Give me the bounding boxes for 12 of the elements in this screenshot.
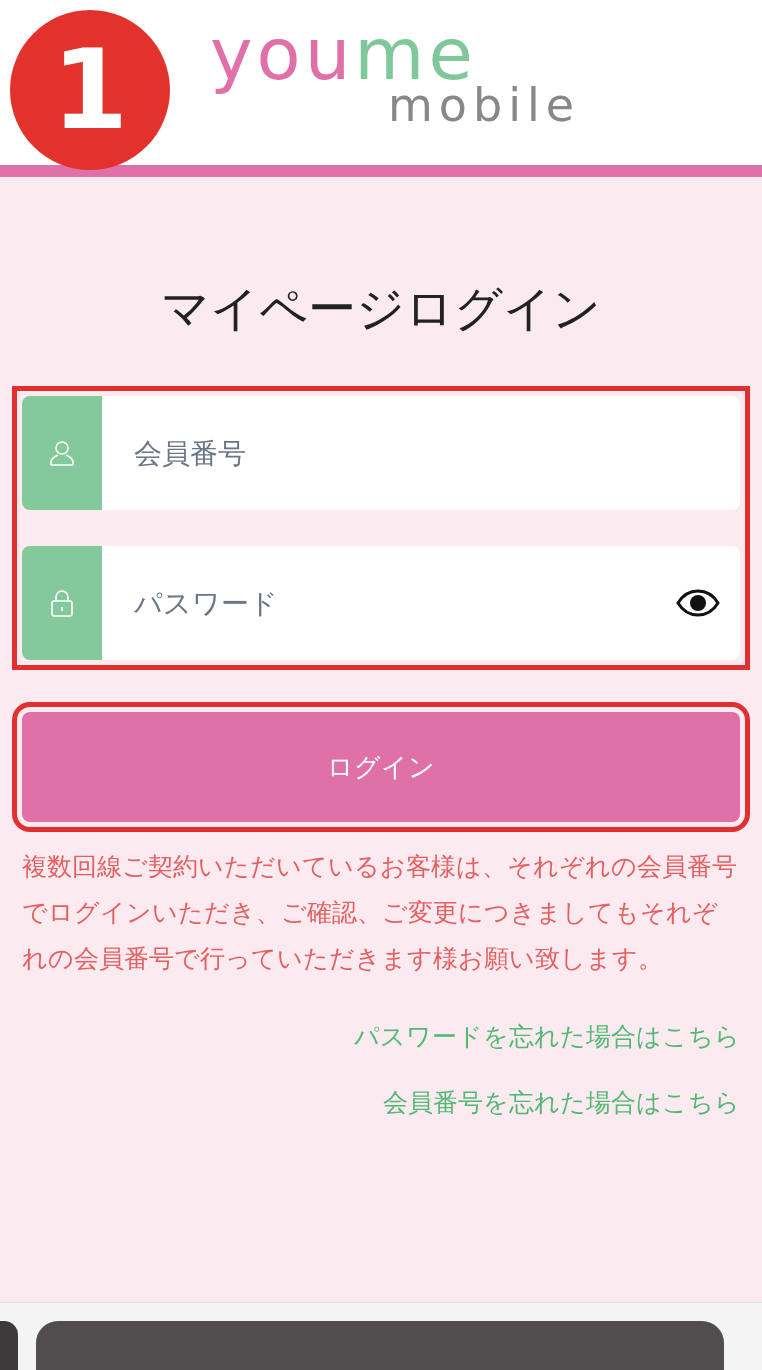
step-badge: 1 bbox=[10, 10, 170, 170]
input-field[interactable]: 会員番号 bbox=[102, 396, 740, 510]
user-icon bbox=[47, 438, 77, 468]
page-title: マイページログイン bbox=[161, 280, 601, 336]
input-field[interactable]: パスワード bbox=[102, 546, 740, 660]
lock-icon bbox=[49, 588, 75, 618]
help-link[interactable]: パスワードを忘れた場合はこちら bbox=[354, 1022, 740, 1051]
help-link[interactable]: 会員番号を忘れた場合はこちら bbox=[383, 1087, 740, 1117]
logo-text: me bbox=[354, 14, 477, 94]
logo-text: you bbox=[210, 14, 355, 94]
eye-icon[interactable] bbox=[676, 589, 720, 617]
notice-text: 複数回線ご契約いただいているお客様は、それぞれの会員番号でログインいただき、ご確認、ご変更につきましてもそれぞれの会員番号で行っていただきます様お願い致します。 bbox=[22, 852, 737, 973]
